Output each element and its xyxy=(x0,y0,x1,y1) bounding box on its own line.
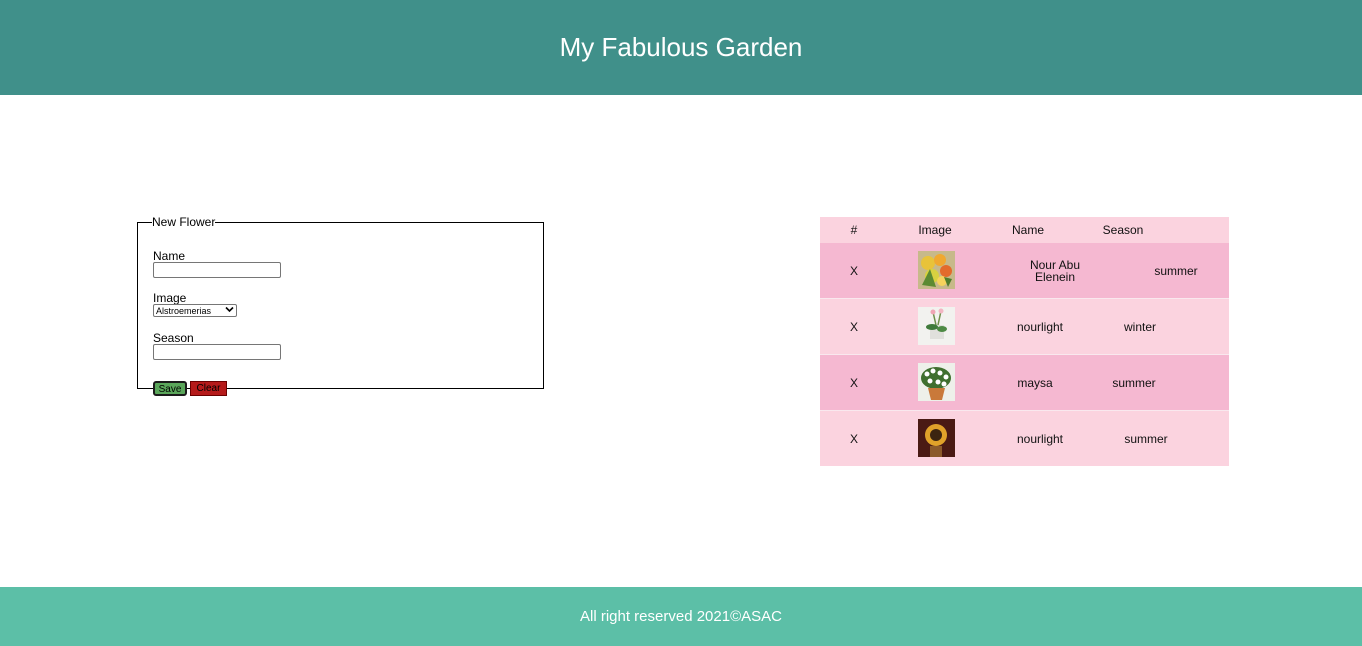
image-select[interactable]: Alstroemerias xyxy=(153,304,237,317)
row-name: maysa xyxy=(1017,375,1053,390)
white-daisy-pot-icon xyxy=(918,363,955,401)
delete-button[interactable]: X xyxy=(848,321,860,333)
header-name: Name xyxy=(1011,223,1044,237)
page-title: My Fabulous Garden xyxy=(559,32,803,62)
save-button[interactable]: Save xyxy=(153,381,187,396)
name-label: Name xyxy=(153,249,186,263)
sunflower-icon xyxy=(918,419,955,457)
row-season: winter xyxy=(1123,319,1156,334)
header-number: # xyxy=(850,223,858,237)
header-season: Season xyxy=(1102,223,1144,237)
table-row: X Nour Abu Elenein summer xyxy=(820,243,1229,298)
row-season: summer xyxy=(1112,375,1156,390)
new-flower-form: New Flower Name Image Alstroemerias Seas… xyxy=(137,215,544,396)
image-label: Image xyxy=(153,291,187,305)
table-row: X nourlight winter xyxy=(820,299,1229,354)
delete-button[interactable]: X xyxy=(848,377,860,389)
table-row: X maysa summer xyxy=(820,355,1229,410)
form-legend: New Flower xyxy=(152,215,216,229)
chevron-down-icon xyxy=(225,306,234,315)
flowers-table: # Image Name Season X Nour Abu Elenein s… xyxy=(820,217,1229,466)
page-footer: All right reserved 2021©ASAC xyxy=(0,587,1362,646)
clear-button[interactable]: Clear xyxy=(190,381,227,396)
season-label: Season xyxy=(153,331,194,345)
row-name: nourlight xyxy=(1016,431,1064,446)
name-input[interactable] xyxy=(153,262,281,278)
row-name: nourlight xyxy=(1016,319,1064,334)
delete-button[interactable]: X xyxy=(848,433,860,445)
page-header: My Fabulous Garden xyxy=(0,0,1362,95)
season-input[interactable] xyxy=(153,344,281,360)
row-season: summer xyxy=(1154,263,1198,278)
delete-button[interactable]: X xyxy=(848,265,860,277)
table-row: X nourlight summer xyxy=(820,411,1229,466)
table-header-row: # Image Name Season xyxy=(820,217,1229,243)
row-season: summer xyxy=(1124,431,1168,446)
row-name: Nour Abu Elenein xyxy=(1029,257,1081,284)
potted-flower-icon xyxy=(918,307,955,345)
header-image: Image xyxy=(918,223,952,237)
alstroemeria-bouquet-icon xyxy=(918,251,955,289)
footer-text: All right reserved 2021©ASAC xyxy=(580,608,782,625)
image-select-value: Alstroemerias xyxy=(156,305,212,316)
